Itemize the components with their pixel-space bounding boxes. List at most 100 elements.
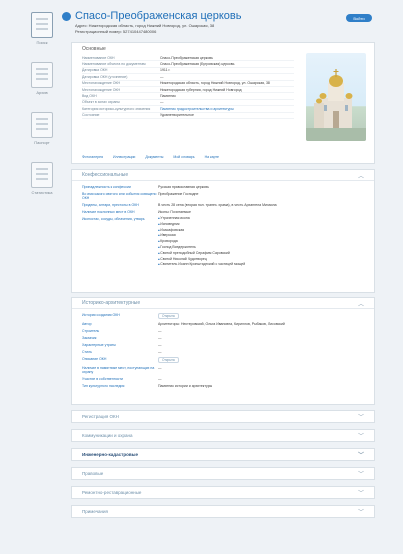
table-row: Состояние Удовлетворительное	[82, 113, 294, 119]
main-info-card: Основные Наименование ОКН Спасо-Преображе…	[71, 42, 375, 164]
section-title: Основные	[82, 46, 106, 52]
field-row: Характерные утраты —	[82, 343, 362, 347]
field-row: Описание ОКН Открыта	[82, 357, 362, 363]
chevron-down-icon[interactable]: ﹀	[358, 488, 364, 497]
field-key: Наличие поклонных мест в ОКН	[82, 210, 135, 214]
field-row: Наличие поклонных мест в ОКН Иконы: Почит…	[82, 210, 362, 214]
address-text: Адрес: Нижегородская область, город Нижн…	[75, 23, 215, 28]
row-key: Местонахождение ОКН	[82, 87, 121, 92]
tab-photogallery[interactable]: Фотогалерея	[82, 155, 103, 159]
sidebar-item-search[interactable]: Поиск	[26, 12, 58, 52]
field-value: Иконы: Почитаемые	[158, 210, 191, 214]
row-value: Нижегородская область, город Нижний Новг…	[160, 81, 270, 86]
tab-map[interactable]: На карте	[205, 155, 219, 159]
tab-dictionary[interactable]: Мой словарь	[173, 155, 194, 159]
field-row: Заказчик —	[82, 336, 362, 340]
section-restoration[interactable]: Ремонтно-реставрационные ﹀	[71, 486, 375, 499]
row-key: Наименование объекта по документам	[82, 62, 146, 67]
field-key: Иконостас, сосуды, облачения, утварь	[82, 217, 145, 221]
login-button[interactable]: Войти	[346, 14, 372, 22]
section-title: Конфессиональные	[82, 172, 129, 178]
section-header[interactable]: Историко-архитектурные ︿	[72, 298, 374, 309]
row-key: Наименование ОКН	[82, 55, 115, 60]
row-key: Датировка ОКН (уточнение)	[82, 74, 128, 79]
row-key: Объект в зонах охраны	[82, 100, 120, 105]
history-section: Историко-архитектурные ︿ История создани…	[71, 297, 375, 405]
field-row: Иконостас, сосуды, облачения, утварь	[82, 217, 362, 221]
field-row: Автор Архитекторы: Нестеровский, Ольга Ив…	[82, 322, 362, 326]
field-key: Наличие в памятнике мест, поступающих на…	[82, 366, 155, 374]
tab-documents[interactable]: Документы	[145, 155, 163, 159]
field-key: Принадлежность к конфессии	[82, 185, 131, 189]
open-tag[interactable]: Открыта	[158, 357, 179, 363]
row-key: Состояние	[82, 113, 100, 118]
field-value: —	[158, 329, 162, 333]
row-key: Категория историко-культурного значения	[82, 106, 151, 111]
row-key: Датировка ОКН	[82, 68, 108, 73]
field-row: Участие в собственности —	[82, 377, 362, 381]
field-row: Тип культурного наследия Памятник истории…	[82, 384, 362, 388]
section-legal[interactable]: Правовые ﹀	[71, 467, 375, 480]
section-title: Примечания	[82, 509, 108, 514]
church-photo[interactable]	[306, 53, 366, 141]
media-tabs: Фотогалерея Иллюстрации Документы Мой сл…	[82, 155, 219, 159]
tab-illustrations[interactable]: Иллюстрации	[113, 155, 135, 159]
chevron-up-icon[interactable]: ︿	[358, 171, 364, 180]
section-communications[interactable]: Коммуникации и охрана ﹀	[71, 429, 375, 442]
field-value: В честь 28 сена (вторая пол. трапез. хра…	[158, 203, 277, 207]
row-value: —	[160, 100, 164, 105]
row-value: —	[160, 74, 164, 79]
field-key: Описание ОКН	[82, 357, 107, 361]
document-icon	[31, 62, 53, 88]
row-value: Спасо-Преображенская церковь	[160, 55, 213, 60]
row-value-link[interactable]: Памятник градостроительства и архитектур…	[160, 107, 294, 111]
open-tag[interactable]: Открыта	[158, 313, 179, 319]
grid-icon	[31, 12, 53, 38]
field-value: Архитекторы: Нестеровский, Ольга Ивановн…	[158, 322, 285, 326]
chevron-down-icon[interactable]: ﹀	[358, 412, 364, 421]
section-body: Принадлежность к конфессии Русская правос…	[82, 185, 362, 268]
globe-icon	[62, 12, 71, 21]
section-registration[interactable]: Регистрация ОКН ﹀	[71, 410, 375, 423]
section-body: История создания ОКН Открыта Автор Архитек…	[82, 313, 362, 391]
row-key: Вид ОКН	[82, 94, 97, 99]
row-value: Удовлетворительное	[160, 113, 194, 118]
chevron-down-icon[interactable]: ﹀	[358, 507, 364, 516]
field-value: —	[158, 336, 162, 340]
row-value: Спасо-Преображенская (Бугровская) церков…	[160, 62, 235, 67]
field-row: Строитель —	[82, 329, 362, 333]
chevron-down-icon[interactable]: ﹀	[358, 469, 364, 478]
sidebar-item-passport[interactable]: Паспорт	[26, 112, 58, 152]
field-key: Приделы, алтари, престолы в ОКН	[82, 203, 139, 207]
section-engineering[interactable]: Инженерно-кадастровые ﹀	[71, 448, 375, 461]
field-key: Автор	[82, 322, 92, 326]
row-key: Местонахождение ОКН	[82, 81, 121, 86]
sidebar-item-archive[interactable]: Архив	[26, 62, 58, 102]
field-key: Заказчик	[82, 336, 97, 340]
field-row: Принадлежность к конфессии Русская правос…	[82, 185, 362, 189]
field-value: —	[158, 350, 162, 354]
field-row: Наличие в памятнике мест, поступающих на…	[82, 366, 362, 374]
sidebar-item-stats[interactable]: Статистика	[26, 162, 58, 202]
chevron-down-icon[interactable]: ﹀	[358, 431, 364, 440]
main-info-table: Наименование ОКН Спасо-Преображенская цер…	[82, 55, 294, 119]
page-title: Спасо-Преображенская церковь	[75, 10, 242, 22]
field-value: —	[158, 377, 162, 381]
sidebar-item-label: Статистика	[31, 190, 53, 195]
field-key: Участие в собственности	[82, 377, 123, 381]
section-header[interactable]: Конфессиональные ︿	[72, 170, 374, 181]
sidebar: Поиск Архив Паспорт Статистика	[26, 12, 58, 212]
field-row: Во имя какого святого или события освяще…	[82, 192, 362, 200]
section-notes[interactable]: Примечания ﹀	[71, 505, 375, 518]
field-key: Стиль	[82, 350, 92, 354]
sidebar-item-label: Поиск	[36, 40, 48, 45]
section-title: Ремонтно-реставрационные	[82, 490, 142, 495]
passport-icon	[31, 112, 53, 138]
list-item: Святитель Иоанн Кронштадтский с частицей…	[158, 262, 362, 268]
chevron-up-icon[interactable]: ︿	[358, 299, 364, 308]
chevron-down-icon[interactable]: ﹀	[358, 450, 364, 459]
field-value: Русская православная церковь	[158, 185, 209, 189]
sidebar-item-label: Архив	[36, 90, 48, 95]
field-value: Памятник истории и архитектуры	[158, 384, 213, 388]
row-value: 1911 г.	[160, 68, 171, 73]
